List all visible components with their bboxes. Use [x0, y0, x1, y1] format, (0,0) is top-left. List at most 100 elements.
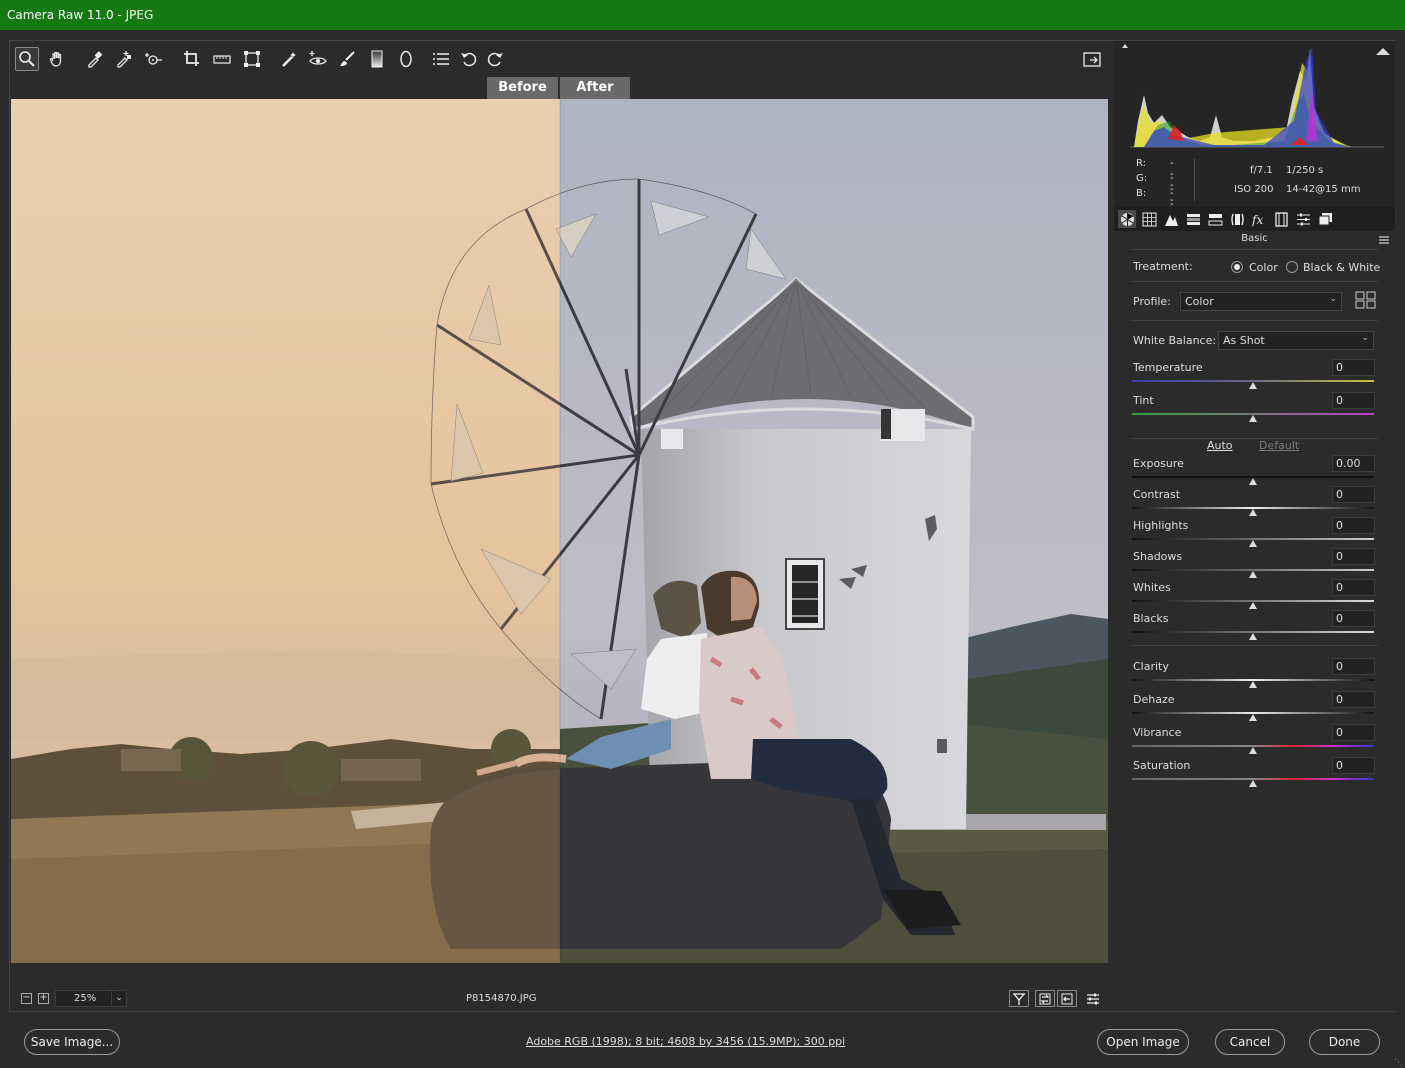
targeted-adjustment-tool-icon[interactable] — [141, 47, 165, 71]
default-button[interactable]: Default — [1259, 439, 1299, 452]
toggle-settings-icon[interactable] — [1083, 990, 1103, 1007]
divider — [1130, 438, 1378, 439]
cancel-button[interactable]: Cancel — [1215, 1029, 1285, 1055]
crop-tool-icon[interactable] — [180, 47, 204, 71]
shadows-slider-thumb[interactable] — [1249, 571, 1257, 578]
highlights-label: Highlights — [1133, 519, 1189, 532]
zoom-level-value: 25% — [74, 993, 97, 1004]
dehaze-value-field[interactable]: 0 — [1332, 691, 1375, 708]
lens-value: 14-42@15 mm — [1286, 184, 1361, 195]
lens-corrections-icon[interactable] — [1228, 210, 1246, 228]
white-balance-tool-icon[interactable] — [83, 47, 107, 71]
adjustment-panel: R:--- G:--- B:--- f/7.1 1/250 s ISO 200 … — [1114, 41, 1395, 1011]
adjustment-brush-icon[interactable] — [335, 47, 359, 71]
treatment-color-radio[interactable] — [1231, 261, 1243, 273]
chevron-down-icon: ⌄ — [1361, 333, 1369, 343]
effects-icon[interactable]: fx — [1250, 210, 1268, 228]
detail-icon[interactable] — [1162, 210, 1180, 228]
preferences-icon[interactable] — [429, 47, 453, 71]
white-balance-select[interactable]: As Shot ⌄ — [1218, 331, 1374, 350]
shadows-value-field[interactable]: 0 — [1332, 548, 1375, 565]
swap-settings-icon[interactable] — [1035, 990, 1055, 1007]
whites-value-field[interactable]: 0 — [1332, 579, 1375, 596]
temperature-slider-thumb[interactable] — [1249, 382, 1257, 389]
resize-grip-icon[interactable]: ⋱ — [1394, 1058, 1403, 1068]
rotate-cw-icon[interactable] — [483, 47, 507, 71]
straighten-tool-icon[interactable] — [210, 47, 234, 71]
save-image-button[interactable]: Save Image... — [24, 1029, 120, 1055]
before-after-view-icon[interactable] — [1009, 990, 1029, 1007]
workflow-options-link[interactable]: Adobe RGB (1998); 8 bit; 4608 by 3456 (1… — [526, 1035, 845, 1048]
tint-slider-thumb[interactable] — [1249, 415, 1257, 422]
vibrance-value-field[interactable]: 0 — [1332, 724, 1375, 741]
graduated-filter-icon[interactable] — [365, 47, 389, 71]
window-title: Camera Raw 11.0 - JPEG — [7, 8, 154, 22]
clarity-value-field[interactable]: 0 — [1332, 658, 1375, 675]
zoom-out-button[interactable]: − — [21, 993, 32, 1004]
color-sampler-tool-icon[interactable] — [112, 47, 136, 71]
exposure-label: Exposure — [1133, 457, 1184, 470]
aperture-value: f/7.1 — [1250, 165, 1273, 176]
b-label: B: — [1136, 188, 1147, 199]
contrast-slider-thumb[interactable] — [1249, 509, 1257, 516]
camera-calibration-icon[interactable] — [1272, 210, 1290, 228]
basic-icon[interactable] — [1118, 210, 1136, 228]
exposure-value-field[interactable]: 0.00 — [1332, 455, 1375, 472]
open-image-button[interactable]: Open Image — [1097, 1029, 1189, 1055]
highlights-slider-thumb[interactable] — [1249, 540, 1257, 547]
hsl-icon[interactable] — [1184, 210, 1202, 228]
presets-icon[interactable] — [1294, 210, 1312, 228]
auto-button[interactable]: Auto — [1207, 439, 1233, 452]
profile-browser-icon[interactable] — [1355, 291, 1377, 309]
whites-slider-thumb[interactable] — [1249, 602, 1257, 609]
exposure-slider-thumb[interactable] — [1249, 478, 1257, 485]
iso-value: ISO 200 — [1234, 184, 1274, 195]
contrast-label: Contrast — [1133, 488, 1181, 501]
profile-value: Color — [1185, 295, 1214, 308]
before-tab[interactable]: Before — [487, 77, 558, 99]
dehaze-label: Dehaze — [1133, 693, 1175, 706]
zoom-level-select[interactable]: 25% ⌄ — [55, 990, 127, 1007]
rotate-ccw-icon[interactable] — [457, 47, 481, 71]
after-tab[interactable]: After — [560, 77, 630, 99]
shadow-clipping-warning-icon — [1122, 44, 1128, 48]
hand-tool-icon[interactable] — [45, 47, 69, 71]
chevron-down-icon: ⌄ — [111, 991, 126, 1006]
contrast-value-field[interactable]: 0 — [1332, 486, 1375, 503]
treatment-bw-radio[interactable] — [1286, 261, 1298, 273]
treatment-color-label: Color — [1249, 261, 1278, 274]
blacks-value-field[interactable]: 0 — [1332, 610, 1375, 627]
preview-status-bar: − + 25% ⌄ P8154870.JPG — [11, 987, 1108, 1011]
panel-menu-icon[interactable] — [1379, 235, 1389, 245]
zoom-in-button[interactable]: + — [38, 993, 49, 1004]
tint-value-field[interactable]: 0 — [1332, 392, 1375, 409]
snapshots-icon[interactable] — [1316, 210, 1334, 228]
toggle-fullscreen-icon[interactable] — [1080, 47, 1104, 71]
copy-settings-icon[interactable] — [1057, 990, 1077, 1007]
done-button[interactable]: Done — [1309, 1029, 1380, 1055]
saturation-slider-thumb[interactable] — [1249, 780, 1257, 787]
red-eye-removal-icon[interactable] — [306, 47, 330, 71]
tone-curve-icon[interactable] — [1140, 210, 1158, 228]
svg-text:fx: fx — [1252, 213, 1263, 227]
transform-tool-icon[interactable] — [240, 47, 264, 71]
profile-label: Profile: — [1133, 295, 1171, 308]
clarity-slider-thumb[interactable] — [1249, 681, 1257, 688]
split-toning-icon[interactable] — [1206, 210, 1224, 228]
blacks-slider-thumb[interactable] — [1249, 633, 1257, 640]
profile-select[interactable]: Color ⌄ — [1180, 292, 1342, 311]
radial-filter-icon[interactable] — [394, 47, 418, 71]
shadows-label: Shadows — [1133, 550, 1183, 563]
zoom-tool-icon[interactable] — [15, 47, 39, 71]
image-preview[interactable] — [11, 99, 1108, 963]
filename-label: P8154870.JPG — [466, 993, 537, 1004]
divider — [1130, 645, 1378, 646]
dehaze-slider-thumb[interactable] — [1249, 714, 1257, 721]
highlights-value-field[interactable]: 0 — [1332, 517, 1375, 534]
temperature-value-field[interactable]: 0 — [1332, 359, 1375, 376]
saturation-value-field[interactable]: 0 — [1332, 757, 1375, 774]
spot-removal-tool-icon[interactable] — [277, 47, 301, 71]
histogram-graph — [1122, 44, 1390, 148]
vibrance-slider-thumb[interactable] — [1249, 747, 1257, 754]
white-balance-label: White Balance: — [1133, 334, 1217, 347]
